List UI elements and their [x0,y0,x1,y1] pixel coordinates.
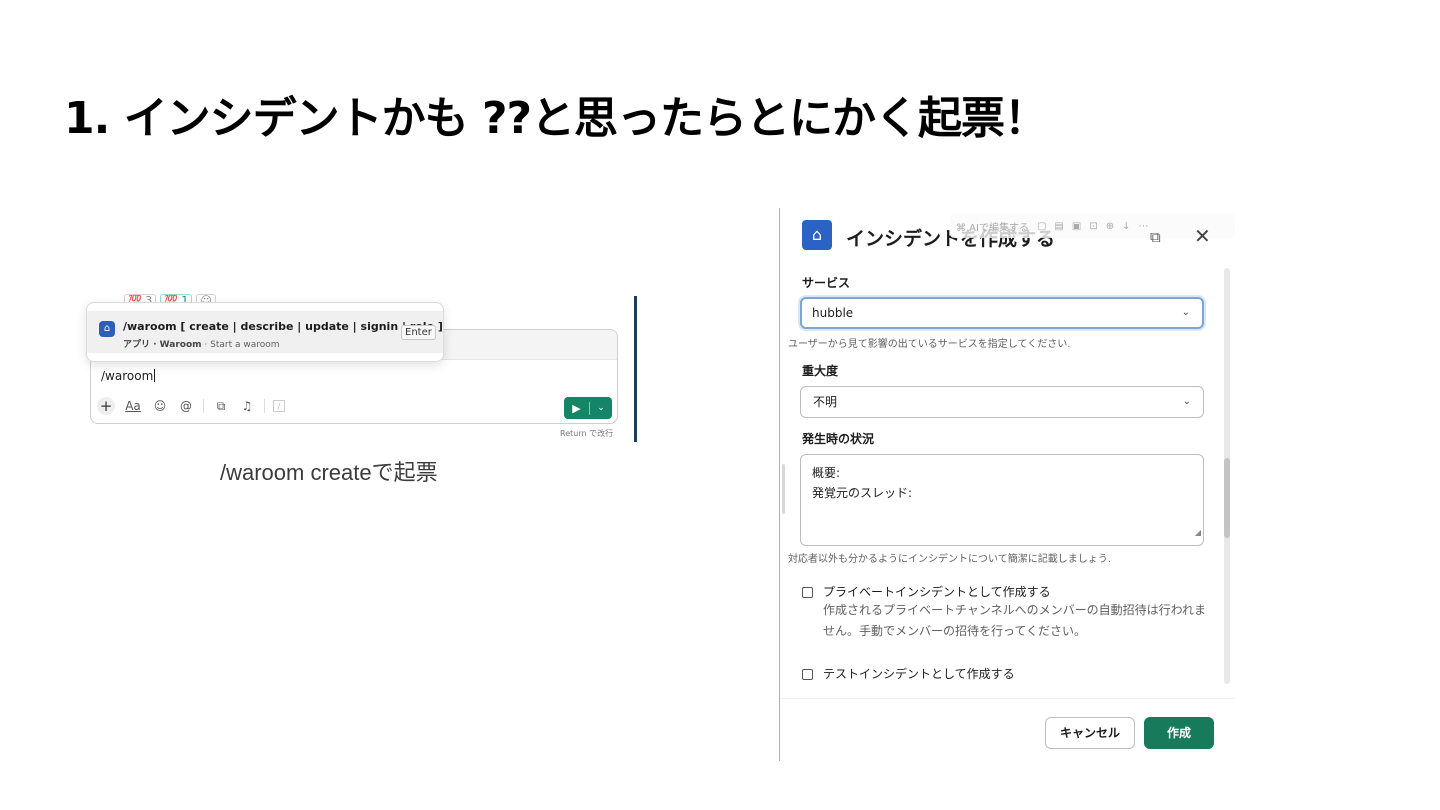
text-caret [154,369,156,382]
message-input-value: /waroom [101,369,154,383]
toolbar-icon[interactable]: ▢ [1037,221,1046,232]
situation-textarea[interactable]: 概要: 発覚元のスレッド: ◢ [800,454,1204,546]
situation-hint: 対応者以外も分かるようにインシデントについて簡潔に記載しましょう. [788,554,1111,565]
return-hint: Return で改行 [560,429,614,438]
command-text: /waroom [ create | describe | update | s… [123,320,443,333]
close-icon[interactable]: ✕ [1194,224,1211,248]
private-incident-option[interactable]: プライベートインシデントとして作成する 作成されるプライベートチャンネルへのメン… [802,583,1207,642]
severity-label: 重大度 [802,364,839,378]
mention-icon[interactable]: @ [177,397,195,415]
command-suggestion-popup: ⌂ /waroom [ create | describe | update |… [86,302,444,362]
format-button[interactable]: Aa [123,397,143,415]
private-incident-description: 作成されるプライベートチャンネルへのメンバーの自動招待は行われません。手動でメン… [823,603,1207,638]
chevron-down-icon: ⌄ [1182,396,1191,407]
test-incident-label: テストインシデントとして作成する [823,667,1015,681]
scrollbar-thumb[interactable] [1224,458,1230,538]
private-incident-label: プライベートインシデントとして作成する [823,585,1051,599]
toolbar-icon[interactable]: ⋯ [1139,221,1149,232]
toolbar-icon[interactable]: ▤ [1054,221,1063,232]
toolbar-icon[interactable]: ▣ [1072,221,1081,232]
enter-key-badge: Enter [401,325,436,340]
service-hint: ユーザーから見て影響の出ているサービスを指定してください. [788,339,1071,350]
image-toolbar-overlay: ⌘ AIで編集する ▢ ▤ ▣ ⊡ ⊕ ↓ ⋯ [950,214,1235,238]
modal-header: ⌂ インシデントを作成する ⌘ AIで編集する ▢ ▤ ▣ ⊡ ⊕ ↓ ⋯ ⧉ … [780,208,1235,264]
ai-edit-button[interactable]: ⌘ AIで編集する [956,219,1029,234]
chevron-down-icon[interactable]: ⌄ [590,403,612,413]
resize-grip-icon[interactable]: ◢ [1195,523,1201,543]
thread-divider [634,296,637,442]
situation-label: 発生時の状況 [802,432,875,446]
chevron-down-icon: ⌄ [1181,307,1190,318]
app-label: アプリ · Waroom [123,340,202,350]
test-incident-checkbox[interactable] [802,669,813,680]
service-select[interactable]: hubble ⌄ [800,297,1204,329]
textarea-line: 概要: [812,466,841,480]
cancel-button[interactable]: キャンセル [1045,717,1135,749]
private-incident-checkbox[interactable] [802,587,813,598]
slide-caption: /waroom createで起票 [220,460,438,485]
plus-icon[interactable]: + [97,397,115,415]
mic-icon[interactable]: ♫ [238,397,256,415]
resize-handle[interactable] [782,464,785,514]
expand-icon[interactable]: ⧉ [1150,228,1161,246]
test-incident-option[interactable]: テストインシデントとして作成する [802,665,1015,682]
send-icon[interactable]: ▶ [564,401,590,415]
composer-toolbar: + Aa ☺ @ ⧉ ♫ / [97,397,285,415]
toolbar-divider [203,399,204,413]
severity-value: 不明 [813,395,838,409]
toolbar-icon[interactable]: ↓ [1122,221,1130,232]
toolbar-icon[interactable]: ⊕ [1106,221,1114,232]
command-suggestion-item[interactable]: ⌂ /waroom [ create | describe | update |… [87,311,443,353]
video-icon[interactable]: ⧉ [212,397,230,415]
toolbar-icon[interactable]: ⊡ [1089,221,1097,232]
service-value: hubble [812,306,854,320]
command-summary: · Start a waroom [201,340,280,350]
waroom-app-icon: ⌂ [99,321,115,337]
textarea-line: 発覚元のスレッド: [812,486,913,500]
message-input[interactable]: /waroom [101,369,156,383]
create-incident-modal: ⌂ インシデントを作成する ⌘ AIで編集する ▢ ▤ ▣ ⊡ ⊕ ↓ ⋯ ⧉ … [779,208,1235,761]
toolbar-divider [264,399,265,413]
modal-footer: キャンセル 作成 [780,698,1235,761]
slide-title: 1. インシデントかも ??と思ったらとにかく起票！ [64,93,1048,144]
emoji-icon[interactable]: ☺ [151,397,169,415]
severity-select[interactable]: 不明 ⌄ [800,386,1204,418]
command-description: アプリ · Waroom · Start a waroom [123,337,280,350]
create-button[interactable]: 作成 [1144,717,1214,749]
send-button[interactable]: ▶ ⌄ [564,397,612,419]
slash-icon[interactable]: / [273,400,285,412]
service-label: サービス [802,276,851,290]
waroom-app-icon: ⌂ [802,220,832,250]
